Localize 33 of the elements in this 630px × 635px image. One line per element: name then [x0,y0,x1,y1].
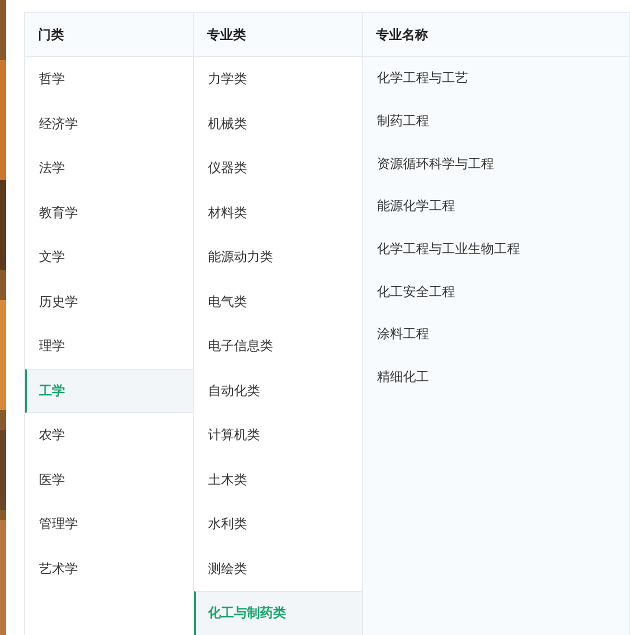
list-item[interactable]: 精细化工 [363,356,629,398]
list-item[interactable]: 化学工程与工艺 [363,57,629,100]
list-item[interactable]: 化学工程与工业生物工程 [363,228,629,270]
list-item[interactable]: 测绘类 [194,546,362,591]
list-item[interactable]: 农学 [25,413,193,458]
list-item[interactable]: 电子信息类 [194,324,362,368]
list-item[interactable]: 化工安全工程 [363,270,629,314]
list-item[interactable]: 自动化类 [194,368,362,413]
list-item[interactable]: 历史学 [25,280,193,324]
list-item[interactable]: 材料类 [194,190,362,235]
list-item[interactable]: 能源化学工程 [363,185,629,228]
list-item[interactable]: 仪器类 [194,146,362,190]
list-item[interactable]: 法学 [25,146,193,190]
list-item[interactable]: 理学 [25,324,193,368]
list-item[interactable]: 水利类 [194,502,362,546]
list-item[interactable]: 制药工程 [363,100,629,142]
column-header: 专业类 [194,13,362,57]
list-item[interactable]: 资源循环科学与工程 [363,142,629,186]
list-item[interactable]: 能源动力类 [194,235,362,280]
list-item[interactable]: 哲学 [25,57,193,102]
list-item[interactable]: 计算机类 [194,413,362,458]
column-header: 门类 [25,13,193,57]
list-item[interactable]: 教育学 [25,190,193,235]
list-item[interactable]: 艺术学 [25,546,193,591]
list-item[interactable]: 机械类 [194,102,362,146]
list-item[interactable]: 文学 [25,235,193,280]
list-item[interactable]: 经济学 [25,102,193,146]
list-item[interactable]: 涂料工程 [363,313,629,356]
list-item[interactable]: 土木类 [194,458,362,502]
list-item[interactable]: 管理学 [25,502,193,546]
list-item[interactable]: 电气类 [194,280,362,324]
list-item[interactable]: 力学类 [194,57,362,102]
list-item[interactable]: 医学 [25,458,193,502]
